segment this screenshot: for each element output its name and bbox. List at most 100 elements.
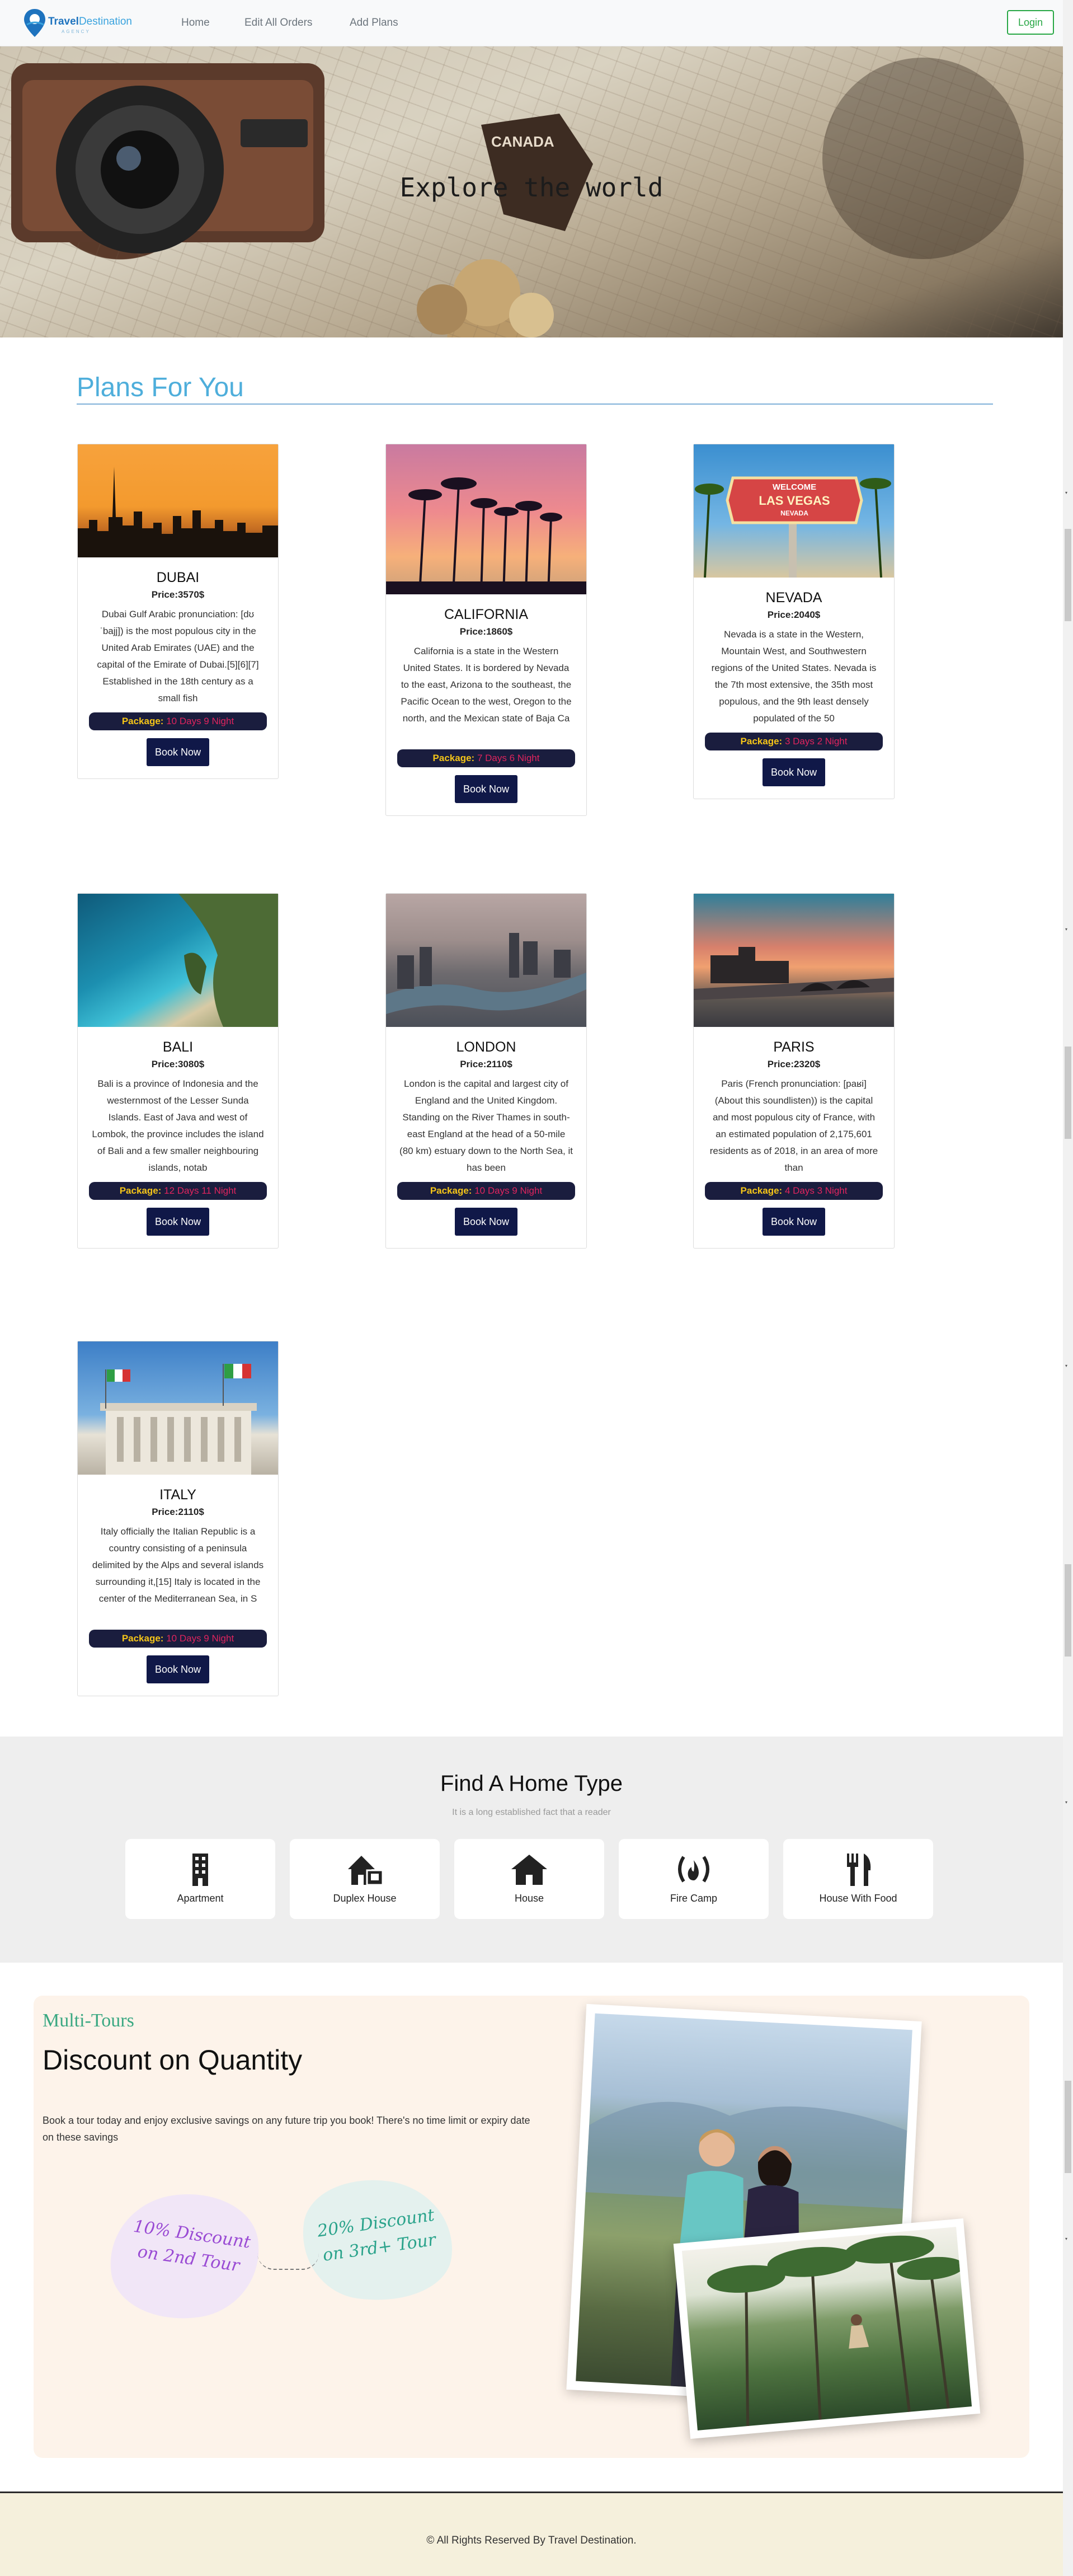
home-type-duplex-house[interactable]: Duplex House	[290, 1839, 440, 1919]
discount-text: Book a tour today and enjoy exclusive sa…	[43, 2115, 530, 2143]
plan-description: London is the capital and largest city o…	[399, 1078, 573, 1173]
hero-banner: CANADA Explore the world	[0, 46, 1063, 337]
home-type-house-with-food[interactable]: House With Food	[783, 1839, 933, 1919]
discount-title: Discount on Quantity	[43, 2044, 303, 2076]
plan-package-badge: Package: 10 Days 9 Night	[89, 712, 267, 730]
home-type-title: Find A Home Type	[440, 1771, 623, 1796]
scrollbar-thumb[interactable]	[1065, 1047, 1071, 1139]
plans-heading: Plans For You	[77, 373, 244, 402]
home-type-subtitle: It is a long established fact that a rea…	[452, 1808, 611, 1817]
badge-connector	[257, 2253, 319, 2270]
plan-package-badge: Package: 10 Days 9 Night	[397, 1182, 575, 1200]
plan-description: Nevada is a state in the Western, Mounta…	[711, 629, 877, 724]
page-scrollbar[interactable]	[1063, 0, 1073, 2576]
plan-image-bali	[78, 894, 278, 1027]
skyline-graphic	[78, 467, 278, 557]
discount-section: Multi-Tours Discount on Quantity Book a …	[34, 1996, 1029, 2458]
plan-price: Price:3570$	[151, 589, 205, 600]
hero-title: Explore the world	[399, 172, 663, 203]
jungle-graphic	[707, 2235, 964, 2427]
book-now-button[interactable]: Book Now	[147, 738, 209, 766]
plan-image-california	[386, 444, 586, 594]
discount-brand: Multi-Tours	[43, 2010, 134, 2031]
plan-title: DUBAI	[156, 570, 200, 585]
brand-name: TravelDestination	[48, 16, 132, 27]
scroll-down-arrow-icon[interactable]: ▾	[1065, 927, 1071, 932]
scroll-down-arrow-icon[interactable]: ▾	[1065, 490, 1071, 495]
plan-description: Dubai Gulf Arabic pronunciation: [dʊˈbaj…	[97, 609, 259, 703]
plan-price: Price:2110$	[460, 1059, 512, 1069]
scrollbar-thumb[interactable]	[1065, 529, 1071, 621]
palm-trees-graphic	[386, 477, 586, 594]
book-now-button[interactable]: Book Now	[455, 775, 517, 803]
plan-title: NEVADA	[765, 590, 822, 606]
river-city-graphic	[386, 933, 586, 1014]
campfire-icon	[678, 1856, 709, 1883]
plan-card-italy: ITALY Price:2110$ Italy officially the I…	[77, 1341, 279, 1696]
plan-card-bali: BALI Price:3080$ Bali is a province of I…	[77, 893, 279, 1249]
scroll-down-arrow-icon[interactable]: ▾	[1065, 1363, 1071, 1368]
home-type-label: House With Food	[819, 1893, 897, 1904]
plan-price: Price:2320$	[767, 1059, 821, 1069]
home-type-label: Duplex House	[333, 1893, 397, 1904]
plan-description: California is a state in the Western Uni…	[401, 646, 572, 724]
coast-graphic	[178, 894, 278, 1027]
book-now-button[interactable]: Book Now	[763, 758, 825, 786]
plan-price: Price:2110$	[152, 1507, 204, 1517]
scrollbar-thumb[interactable]	[1065, 1564, 1071, 1657]
vegas-sign-city: LAS VEGAS	[759, 494, 830, 508]
nav-home-link[interactable]: Home	[181, 17, 210, 29]
home-type-label: House	[514, 1893, 544, 1904]
plan-card-nevada: WELCOME LAS VEGAS NEVADA NEVADA Price:20…	[693, 444, 895, 799]
building-icon	[192, 1854, 208, 1886]
home-type-section: Find A Home Type It is a long establishe…	[0, 1737, 1063, 1963]
plan-title: ITALY	[159, 1487, 196, 1503]
plan-package-badge: Package: 3 Days 2 Night	[705, 733, 883, 750]
bridge-graphic	[694, 947, 894, 1000]
jungle-swing-photo	[673, 2218, 981, 2439]
plan-package-badge: Package: 4 Days 3 Night	[705, 1182, 883, 1200]
plan-price: Price:1860$	[459, 626, 513, 637]
book-now-button[interactable]: Book Now	[147, 1655, 209, 1683]
brand-tagline: AGENCY	[62, 29, 91, 34]
book-now-button[interactable]: Book Now	[455, 1208, 517, 1236]
plan-image-nevada: WELCOME LAS VEGAS NEVADA	[694, 444, 894, 578]
plan-package-badge: Package: 12 Days 11 Night	[89, 1182, 267, 1200]
plan-description: Bali is a province of Indonesia and the …	[92, 1078, 264, 1173]
plan-title: BALI	[162, 1039, 194, 1055]
home-type-label: Fire Camp	[670, 1893, 717, 1904]
home-type-apartment[interactable]: Apartment	[125, 1839, 275, 1919]
footer-copyright: © All Rights Reserved By Travel Destinat…	[426, 2535, 637, 2546]
plan-title: CALIFORNIA	[444, 607, 529, 622]
plan-price: Price:3080$	[151, 1059, 205, 1069]
home-type-label: Apartment	[177, 1893, 224, 1904]
home-type-fire-camp[interactable]: Fire Camp	[619, 1839, 769, 1919]
monument-graphic	[100, 1364, 257, 1475]
login-button[interactable]: Login	[1007, 10, 1054, 35]
plan-card-paris: PARIS Price:2320$ Paris (French pronunci…	[693, 893, 895, 1249]
nav-edit-orders-link[interactable]: Edit All Orders	[244, 17, 312, 29]
map-pin-icon	[24, 9, 45, 37]
plan-image-italy	[78, 1341, 278, 1475]
scroll-down-arrow-icon[interactable]: ▾	[1065, 1800, 1071, 1805]
plan-description: Paris (French pronunciation: [paʁi] (Abo…	[709, 1078, 878, 1173]
scroll-down-arrow-icon[interactable]: ▾	[1065, 2236, 1071, 2241]
plan-image-london	[386, 894, 586, 1027]
plan-image-dubai	[78, 444, 278, 557]
book-now-button[interactable]: Book Now	[147, 1208, 209, 1236]
plan-description: Italy officially the Italian Republic is…	[92, 1526, 264, 1604]
house-icon	[511, 1855, 547, 1885]
plan-title: PARIS	[773, 1039, 815, 1055]
plan-image-paris	[694, 894, 894, 1027]
home-type-house[interactable]: House	[454, 1839, 604, 1919]
vegas-sign-state: NEVADA	[780, 509, 808, 517]
nav-add-plans-link[interactable]: Add Plans	[350, 17, 398, 29]
book-now-button[interactable]: Book Now	[763, 1208, 825, 1236]
hero-canada-label: CANADA	[491, 133, 554, 150]
scrollbar-thumb[interactable]	[1065, 2081, 1071, 2173]
plan-price: Price:2040$	[767, 609, 821, 620]
plan-card-dubai: DUBAI Price:3570$ Dubai Gulf Arabic pron…	[77, 444, 279, 779]
plan-card-california: CALIFORNIA Price:1860$ California is a s…	[385, 444, 587, 816]
brand-logo[interactable]: TravelDestination AGENCY	[22, 8, 140, 38]
plan-title: LONDON	[456, 1039, 516, 1055]
